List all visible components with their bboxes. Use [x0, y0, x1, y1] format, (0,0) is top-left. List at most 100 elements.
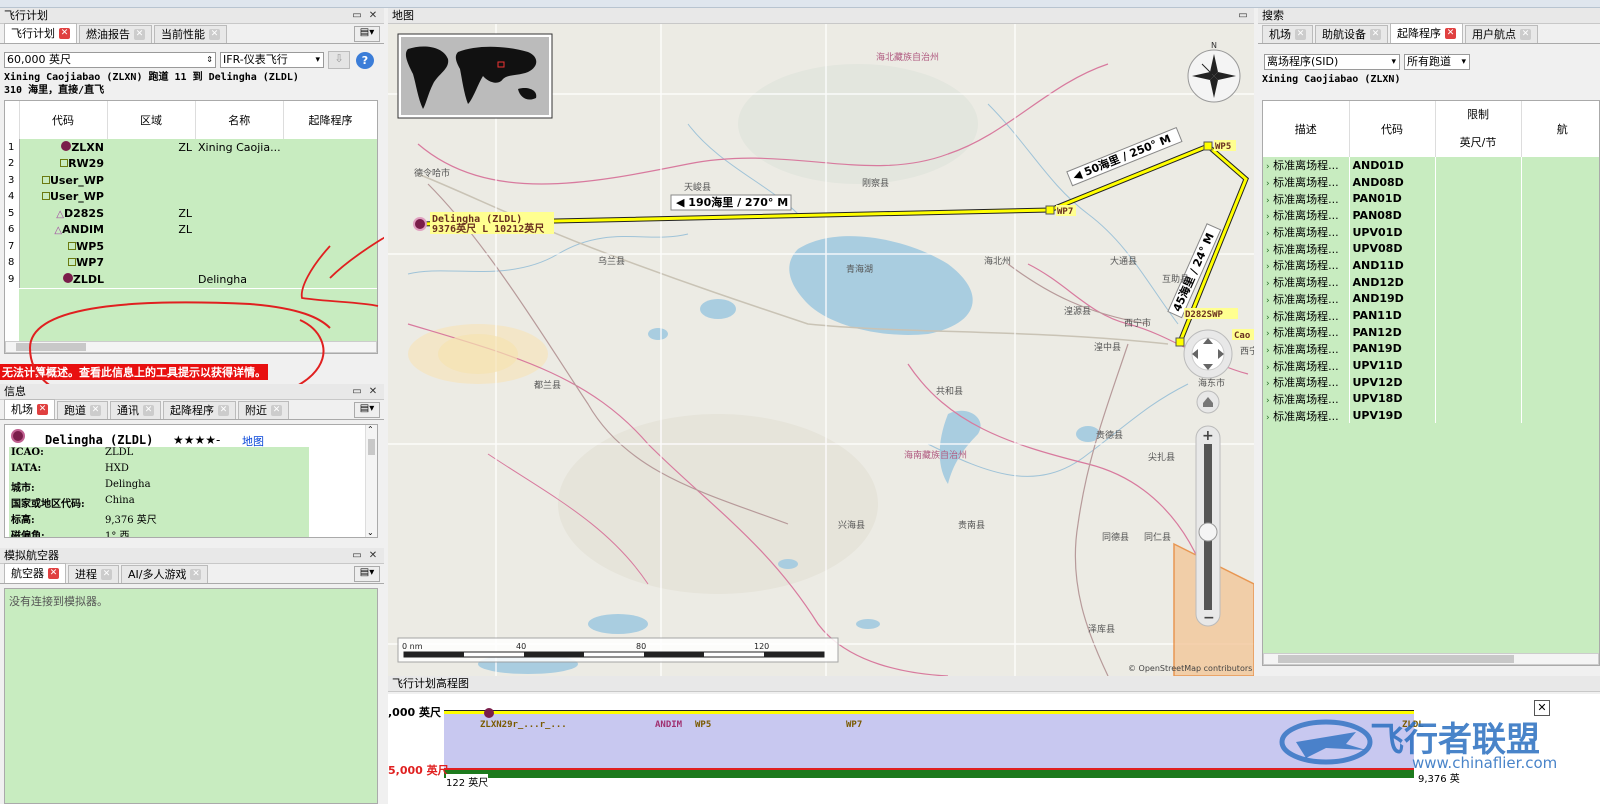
- expand-chevron-icon[interactable]: ›: [1266, 246, 1270, 256]
- expand-chevron-icon[interactable]: ›: [1266, 179, 1270, 189]
- expand-chevron-icon[interactable]: ›: [1266, 162, 1270, 172]
- tab-menu-icon[interactable]: ▤▾: [354, 402, 380, 418]
- close-icon[interactable]: ✕: [59, 28, 70, 39]
- world-overview-map[interactable]: [397, 33, 553, 119]
- expand-chevron-icon[interactable]: ›: [1266, 363, 1270, 373]
- horizontal-scrollbar[interactable]: [1263, 653, 1599, 665]
- map-pan-control[interactable]: [1183, 329, 1233, 379]
- tab-airport[interactable]: 机场 ✕: [4, 399, 55, 419]
- vertical-scrollbar[interactable]: ⌃ ⌄: [365, 425, 377, 537]
- close-icon[interactable]: ✕: [134, 29, 145, 40]
- close-icon[interactable]: ✕: [143, 405, 154, 416]
- table-row[interactable]: › 标准离场程... UPV11D: [1263, 357, 1599, 374]
- zoom-out-icon[interactable]: −: [1203, 610, 1215, 626]
- flight-type-select[interactable]: IFR-仪表飞行 ▾: [220, 52, 324, 68]
- table-row[interactable]: › 标准离场程... UPV19D: [1263, 407, 1599, 424]
- float-icon[interactable]: ▭: [350, 548, 364, 564]
- close-icon[interactable]: ✕: [1445, 28, 1456, 39]
- table-row[interactable]: › 标准离场程... UPV01D: [1263, 223, 1599, 241]
- close-icon[interactable]: ✕: [1295, 29, 1306, 40]
- tab-menu-icon[interactable]: ▤▾: [354, 26, 380, 42]
- expand-chevron-icon[interactable]: ›: [1266, 413, 1270, 423]
- tab-nearby[interactable]: 附近 ✕: [238, 401, 289, 419]
- expand-chevron-icon[interactable]: ›: [1266, 346, 1270, 356]
- table-row[interactable]: › 标准离场程... PAN19D: [1263, 340, 1599, 358]
- table-row[interactable]: 7 WP5: [5, 238, 377, 255]
- table-row[interactable]: 8 WP7: [5, 254, 377, 271]
- tab-airports[interactable]: 机场 ✕: [1262, 25, 1313, 43]
- column-header[interactable]: 航: [1521, 101, 1599, 157]
- float-icon[interactable]: ▭: [350, 384, 364, 400]
- table-row[interactable]: › 标准离场程... AND01D: [1263, 157, 1599, 174]
- wp-marker[interactable]: [1175, 337, 1185, 347]
- table-row[interactable]: › 标准离场程... PAN01D: [1263, 190, 1599, 208]
- float-icon[interactable]: ▭: [1236, 8, 1250, 24]
- expand-chevron-icon[interactable]: ›: [1266, 262, 1270, 272]
- close-icon[interactable]: ✕: [218, 405, 229, 416]
- close-icon[interactable]: ✕: [209, 29, 220, 40]
- close-icon[interactable]: ✕: [1520, 29, 1531, 40]
- expand-chevron-icon[interactable]: ›: [1266, 196, 1270, 206]
- close-icon[interactable]: ✕: [37, 404, 48, 415]
- close-icon[interactable]: ✕: [90, 405, 101, 416]
- tab-fuel-report[interactable]: 燃油报告 ✕: [79, 25, 152, 43]
- tab-procedures[interactable]: 起降程序 ✕: [1390, 23, 1463, 43]
- altitude-spinbox[interactable]: 60,000 英尺 ⇕: [4, 52, 216, 68]
- table-row[interactable]: › 标准离场程... AND08D: [1263, 173, 1599, 191]
- table-row[interactable]: › 标准离场程... PAN12D: [1263, 323, 1599, 341]
- column-header[interactable]: 限制 英尺/节: [1435, 101, 1522, 157]
- edit-button[interactable]: ⇩: [328, 51, 350, 69]
- close-icon[interactable]: ✕: [366, 8, 380, 24]
- wp7-marker[interactable]: [1045, 205, 1055, 215]
- zoom-slider[interactable]: + −: [1195, 425, 1221, 627]
- close-icon[interactable]: ✕: [101, 569, 112, 580]
- expand-chevron-icon[interactable]: ›: [1266, 279, 1270, 289]
- zoom-in-icon[interactable]: +: [1202, 428, 1214, 444]
- help-icon[interactable]: ?: [356, 52, 374, 69]
- zoom-slider-thumb[interactable]: [1198, 522, 1218, 542]
- table-row[interactable]: 9 ZLDL Delingha: [5, 271, 377, 288]
- tab-flight-plan[interactable]: 飞行计划 ✕: [4, 23, 77, 43]
- tab-progress[interactable]: 进程 ✕: [68, 565, 119, 583]
- close-icon[interactable]: ✕: [271, 405, 282, 416]
- procedure-type-select[interactable]: 离场程序(SID) ▾: [1264, 54, 1400, 70]
- home-button[interactable]: [1196, 390, 1220, 414]
- tab-runway[interactable]: 跑道 ✕: [57, 401, 108, 419]
- tab-user-waypoints[interactable]: 用户航点 ✕: [1465, 25, 1538, 43]
- tab-navaids[interactable]: 助航设备 ✕: [1315, 25, 1388, 43]
- table-row[interactable]: › 标准离场程... UPV18D: [1263, 390, 1599, 408]
- float-icon[interactable]: ▭: [350, 8, 364, 24]
- table-row[interactable]: › 标准离场程... UPV08D: [1263, 240, 1599, 258]
- column-header[interactable]: 描述: [1263, 101, 1350, 157]
- expand-chevron-icon[interactable]: ›: [1266, 379, 1270, 389]
- expand-chevron-icon[interactable]: ›: [1266, 296, 1270, 306]
- tab-comms[interactable]: 通讯 ✕: [110, 401, 161, 419]
- error-message[interactable]: 无法计算概述。查看此信息上的工具提示以获得详情。: [0, 364, 268, 380]
- expand-chevron-icon[interactable]: ›: [1266, 396, 1270, 406]
- table-row[interactable]: 3 User_WP: [5, 172, 377, 189]
- horizontal-scrollbar[interactable]: [5, 341, 377, 353]
- table-row[interactable]: 1 ZLXN ZL Xining Caojia...: [5, 139, 377, 156]
- table-row[interactable]: › 标准离场程... AND11D: [1263, 257, 1599, 274]
- close-icon[interactable]: ✕: [48, 568, 59, 579]
- tab-procedures[interactable]: 起降程序 ✕: [163, 401, 236, 419]
- column-header[interactable]: 区域: [107, 101, 196, 139]
- column-header[interactable]: 名称: [195, 101, 285, 139]
- table-row[interactable]: › 标准离场程... UPV12D: [1263, 373, 1599, 391]
- close-icon[interactable]: ✕: [366, 548, 380, 564]
- runway-filter-select[interactable]: 所有跑道 ▾: [1404, 54, 1470, 70]
- column-header[interactable]: 代码: [19, 101, 108, 139]
- close-icon[interactable]: ✕: [1370, 29, 1381, 40]
- table-row[interactable]: 6 △ ANDIM ZL: [5, 221, 377, 238]
- table-row[interactable]: 4 User_WP: [5, 188, 377, 205]
- table-row[interactable]: › 标准离场程... AND12D: [1263, 273, 1599, 291]
- tab-ai-multiplayer[interactable]: AI/多人游戏 ✕: [121, 565, 209, 583]
- tab-aircraft[interactable]: 航空器 ✕: [4, 563, 66, 583]
- expand-chevron-icon[interactable]: ›: [1266, 329, 1270, 339]
- table-row[interactable]: 2 RW29: [5, 155, 377, 172]
- tab-performance[interactable]: 当前性能 ✕: [154, 25, 227, 43]
- expand-chevron-icon[interactable]: ›: [1266, 229, 1270, 239]
- table-row[interactable]: › 标准离场程... PAN08D: [1263, 207, 1599, 224]
- tab-menu-icon[interactable]: ▤▾: [354, 566, 380, 582]
- column-header[interactable]: 代码: [1349, 101, 1436, 157]
